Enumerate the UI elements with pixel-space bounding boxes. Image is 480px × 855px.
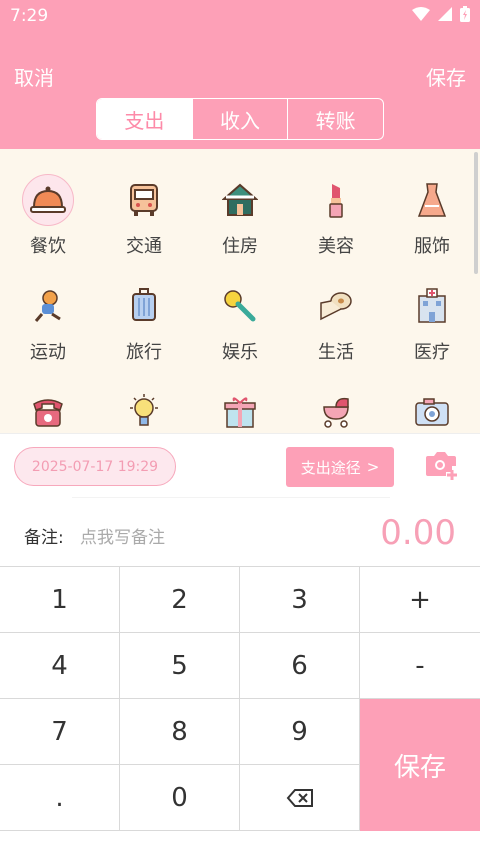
category-label: 运动: [30, 342, 66, 363]
key-minus[interactable]: -: [360, 633, 480, 699]
category-label: 服饰: [414, 236, 450, 257]
backspace-key[interactable]: [240, 765, 360, 831]
category-sports[interactable]: 运动: [0, 280, 96, 380]
header: 7:29 取消 保存 支出 收入 转账: [0, 0, 480, 149]
bus-icon: [118, 174, 170, 226]
chevron-right-icon: >: [366, 458, 380, 476]
key-dot[interactable]: .: [0, 765, 120, 831]
category-entertainment[interactable]: 娱乐: [192, 280, 288, 380]
category-photo[interactable]: [384, 386, 480, 433]
telephone-icon: [22, 386, 74, 433]
dining-cloche-icon: [22, 174, 74, 226]
category-housing[interactable]: 住房: [192, 174, 288, 274]
category-dining[interactable]: 餐饮: [0, 174, 96, 274]
status-time: 7:29: [10, 6, 49, 26]
status-icons: [412, 6, 470, 22]
category-label: 旅行: [126, 342, 162, 363]
key-9[interactable]: 9: [240, 699, 360, 765]
key-4[interactable]: 4: [0, 633, 120, 699]
category-label: 生活: [318, 342, 354, 363]
bottom-bar: [0, 831, 480, 855]
category-label: 交通: [126, 236, 162, 257]
gift-icon: [214, 386, 266, 433]
category-medical[interactable]: 医疗: [384, 280, 480, 380]
category-transport[interactable]: 交通: [96, 174, 192, 274]
key-6[interactable]: 6: [240, 633, 360, 699]
suitcase-icon: [118, 280, 170, 332]
category-utility[interactable]: [96, 386, 192, 433]
payment-method-button[interactable]: 支出途径 >: [286, 447, 394, 487]
camera-add-icon: [426, 452, 457, 480]
running-kid-icon: [22, 280, 74, 332]
payment-method-label: 支出途径: [300, 458, 361, 477]
tab-transfer[interactable]: 转账: [288, 99, 383, 139]
hospital-icon: [406, 280, 458, 332]
lipstick-icon: [310, 174, 362, 226]
key-0[interactable]: 0: [120, 765, 240, 831]
keypad-save-button[interactable]: 保存: [360, 699, 480, 831]
key-8[interactable]: 8: [120, 699, 240, 765]
category-travel[interactable]: 旅行: [96, 280, 192, 380]
note-input[interactable]: 点我写备注: [80, 523, 165, 548]
key-7[interactable]: 7: [0, 699, 120, 765]
grid-scrollbar[interactable]: [474, 152, 478, 274]
signal-icon: [438, 7, 452, 21]
dress-icon: [406, 174, 458, 226]
date-picker[interactable]: 2025-07-17 19:29: [14, 447, 176, 486]
divider: [72, 497, 390, 498]
category-label: 住房: [222, 236, 258, 257]
category-gift[interactable]: [192, 386, 288, 433]
category-label: 医疗: [414, 342, 450, 363]
category-beauty[interactable]: 美容: [288, 174, 384, 274]
cancel-button[interactable]: 取消: [14, 62, 54, 91]
add-photo-button[interactable]: [424, 448, 460, 486]
category-label: 餐饮: [30, 236, 66, 257]
save-header-button[interactable]: 保存: [426, 62, 466, 91]
tissue-roll-icon: [310, 280, 362, 332]
stroller-icon: [310, 386, 362, 433]
house-icon: [214, 174, 266, 226]
tab-expense[interactable]: 支出: [97, 99, 193, 139]
category-label: 娱乐: [222, 342, 258, 363]
type-tabs: 支出 收入 转账: [96, 98, 384, 140]
divider: [0, 433, 480, 434]
key-2[interactable]: 2: [120, 567, 240, 633]
category-phone[interactable]: [0, 386, 96, 433]
category-life[interactable]: 生活: [288, 280, 384, 380]
key-plus[interactable]: +: [360, 567, 480, 633]
wifi-icon: [412, 7, 430, 21]
key-5[interactable]: 5: [120, 633, 240, 699]
battery-icon: [460, 6, 470, 22]
key-3[interactable]: 3: [240, 567, 360, 633]
category-clothing[interactable]: 服饰: [384, 174, 480, 274]
camera-photo-icon: [406, 386, 458, 433]
category-grid: 餐饮 交通 住房 美容 服饰 运动 旅行 娱乐 生活 医疗: [0, 149, 480, 433]
microphone-icon: [214, 280, 266, 332]
lightbulb-icon: [118, 386, 170, 433]
backspace-icon: [286, 788, 313, 807]
note-label: 备注:: [24, 528, 64, 548]
keypad: 1 2 3 + 4 5 6 - 7 8 9 . 0 保存: [0, 566, 480, 831]
category-baby[interactable]: [288, 386, 384, 433]
amount-display: 0.00: [380, 513, 456, 553]
tab-income[interactable]: 收入: [193, 99, 289, 139]
key-1[interactable]: 1: [0, 567, 120, 633]
category-label: 美容: [318, 236, 354, 257]
